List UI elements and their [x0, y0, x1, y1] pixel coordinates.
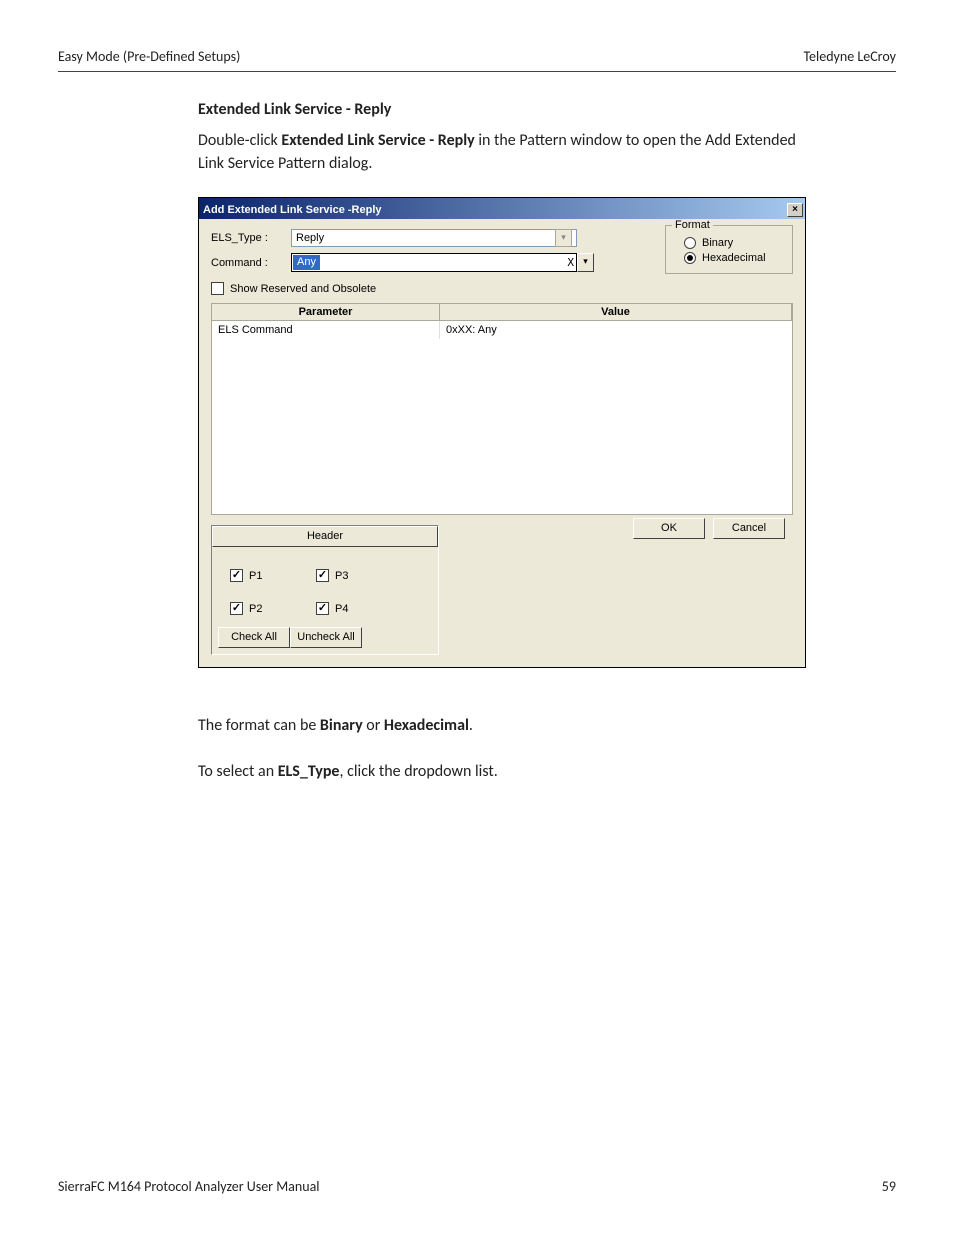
format-hex-radio[interactable]: Hexadecimal	[684, 252, 784, 264]
col-header-parameter[interactable]: Parameter	[212, 304, 440, 321]
intro-pre: Double-click	[198, 131, 281, 150]
page-footer: SierraFC M164 Protocol Analyzer User Man…	[58, 1178, 896, 1195]
format-binary-radio[interactable]: Binary	[684, 237, 784, 249]
text: or	[363, 716, 384, 735]
uncheck-all-button[interactable]: Uncheck All	[290, 627, 362, 648]
format-groupbox: Format Binary Hexadecimal	[665, 225, 793, 274]
cancel-button[interactable]: Cancel	[713, 518, 785, 539]
port-p3-checkbox[interactable]: P3	[316, 569, 402, 582]
section-title: Extended Link Service - Reply	[198, 100, 806, 119]
text-bold: Hexadecimal	[384, 716, 469, 735]
col-header-value[interactable]: Value	[440, 304, 792, 321]
cell-value: 0xXX: Any	[440, 321, 792, 339]
port-p2-checkbox[interactable]: P2	[230, 602, 316, 615]
format-legend: Format	[672, 219, 713, 231]
chevron-down-icon: ▾	[555, 229, 572, 247]
cell-parameter: ELS Command	[212, 321, 440, 339]
checkbox-checked-icon	[230, 602, 243, 615]
text: The format can be	[198, 716, 320, 735]
close-icon[interactable]: ×	[787, 203, 803, 217]
show-reserved-label: Show Reserved and Obsolete	[230, 283, 376, 295]
format-binary-label: Binary	[702, 237, 733, 249]
check-all-button[interactable]: Check All	[218, 627, 290, 648]
running-header: Easy Mode (Pre-Defined Setups) Teledyne …	[58, 48, 896, 72]
checkbox-checked-icon	[316, 602, 329, 615]
dialog-titlebar: Add Extended Link Service -Reply ×	[199, 198, 805, 219]
text-bold: ELS_Type	[278, 762, 340, 781]
els-type-label: ELS_Type :	[211, 232, 291, 244]
ports-panel: Header P1 P3 P2 P4 Check All Uncheck All	[211, 525, 439, 655]
text: , click the dropdown list.	[339, 762, 497, 781]
add-els-reply-dialog: Add Extended Link Service -Reply × Forma…	[198, 197, 806, 668]
port-p1-label: P1	[249, 570, 262, 582]
table-row[interactable]: ELS Command 0xXX: Any	[212, 321, 792, 339]
text: .	[469, 716, 473, 735]
els-type-note: To select an ELS_Type, click the dropdow…	[198, 760, 806, 783]
port-p3-label: P3	[335, 570, 348, 582]
els-type-value: Reply	[296, 232, 324, 244]
text-bold: Binary	[320, 716, 363, 735]
parameter-table: Parameter Value ELS Command 0xXX: Any	[211, 303, 793, 515]
port-p1-checkbox[interactable]: P1	[230, 569, 316, 582]
header-right: Teledyne LeCroy	[803, 48, 896, 65]
checkbox-checked-icon	[316, 569, 329, 582]
command-selected-value: Any	[293, 255, 320, 270]
footer-left: SierraFC M164 Protocol Analyzer User Man…	[58, 1178, 320, 1195]
port-p4-label: P4	[335, 603, 348, 615]
header-button[interactable]: Header	[212, 526, 438, 547]
intro-paragraph: Double-click Extended Link Service - Rep…	[198, 129, 806, 175]
chevron-down-icon[interactable]: ▾	[577, 253, 594, 272]
command-suffix: X	[567, 256, 576, 269]
checkbox-checked-icon	[230, 569, 243, 582]
port-p2-label: P2	[249, 603, 262, 615]
els-type-select[interactable]: Reply ▾	[291, 229, 577, 247]
header-left: Easy Mode (Pre-Defined Setups)	[58, 48, 240, 65]
format-note: The format can be Binary or Hexadecimal.	[198, 714, 806, 737]
dialog-title: Add Extended Link Service -Reply	[203, 204, 382, 216]
checkbox-unchecked-icon	[211, 282, 224, 295]
radio-unchecked-icon	[684, 237, 696, 249]
port-p4-checkbox[interactable]: P4	[316, 602, 402, 615]
intro-bold: Extended Link Service - Reply	[281, 131, 474, 150]
show-reserved-checkbox[interactable]: Show Reserved and Obsolete	[211, 282, 793, 295]
command-select[interactable]: Any X	[291, 253, 577, 272]
radio-checked-icon	[684, 252, 696, 264]
format-hex-label: Hexadecimal	[702, 252, 766, 264]
command-label: Command :	[211, 257, 291, 269]
ok-button[interactable]: OK	[633, 518, 705, 539]
text: To select an	[198, 762, 278, 781]
footer-page-number: 59	[882, 1178, 896, 1195]
